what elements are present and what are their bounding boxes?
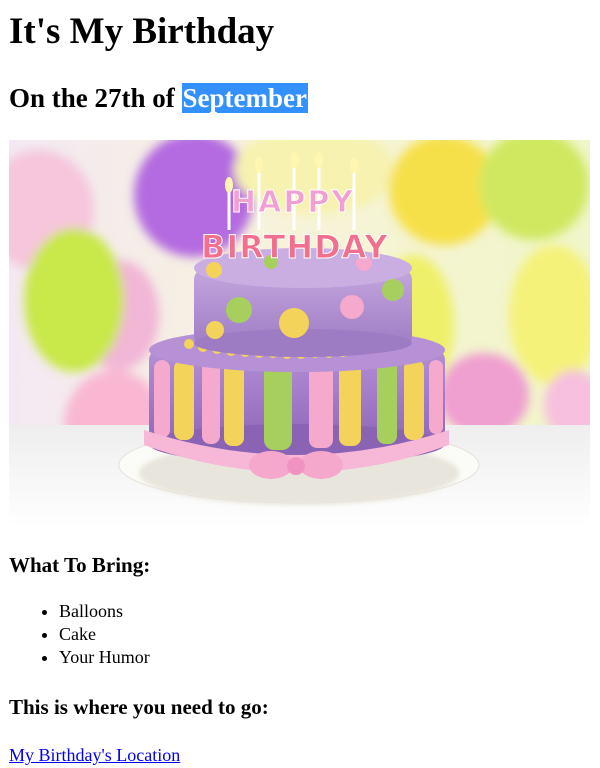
bring-item-cake: Cake [59,623,150,646]
location-heading: This is where you need to go: [9,695,269,719]
selected-month-text[interactable]: September [181,83,308,113]
bring-list: Balloons Cake Your Humor [9,600,150,669]
cake-topper-birthday: BIRTHDAY [201,228,389,266]
location-link[interactable]: My Birthday's Location [9,744,180,767]
page-title: It's My Birthday [9,11,275,52]
date-heading: On the 27th of September [9,80,308,116]
cake-topper-happy: HAPPY [231,185,355,220]
date-prefix: On the 27th of [9,83,175,113]
bring-item-humor: Your Humor [59,646,150,669]
bring-item-balloons: Balloons [59,600,150,623]
page: It's My Birthday On the 27th of Septembe… [0,0,600,768]
bring-heading: What To Bring: [9,553,151,577]
birthday-cake-image: HAPPY BIRTHDAY [9,140,590,527]
